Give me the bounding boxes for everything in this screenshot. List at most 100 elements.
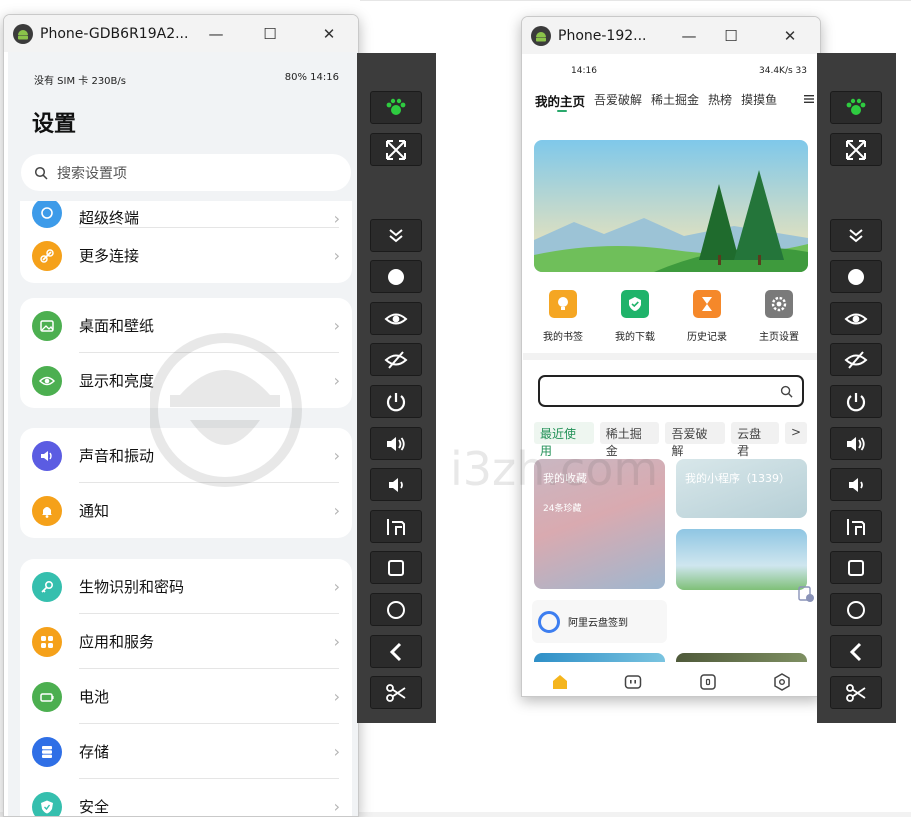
browser-search-input[interactable] [538,375,804,407]
control-button[interactable] [370,219,422,252]
tabs-icon[interactable] [698,672,718,692]
control-button[interactable] [830,343,882,376]
settings-search[interactable]: 搜索设置项 [21,154,351,191]
browser-home-screen: 14:16 34.4K/s 33 我的主页 吾爱破解 稀土掘金 热榜 摸摸鱼 我的书签我… [523,54,819,696]
control-button[interactable] [370,343,422,376]
expand-down-icon [849,228,863,242]
recent-chip[interactable]: > [784,422,808,444]
tab-item[interactable]: 摸摸鱼 [741,91,777,110]
close-icon[interactable]: ✕ [778,24,802,48]
volume-down-icon [389,477,403,492]
settings-item[interactable]: 通知 › [20,483,352,538]
wallpaper-tile[interactable] [676,529,807,590]
control-button[interactable] [830,133,882,166]
control-button[interactable] [370,468,422,501]
recent-chip[interactable]: 吾爱破解 [665,422,726,458]
minimize-icon[interactable]: — [677,24,701,48]
hourglass-icon [693,290,721,318]
settings-item[interactable]: 存储 › [20,724,352,779]
back-icon [849,642,862,661]
power-icon [386,392,406,411]
chevron-right-icon: › [333,371,340,390]
control-button[interactable] [370,635,422,668]
scissors-icon [386,683,406,702]
control-button[interactable] [830,427,882,460]
settings-item[interactable]: 电池 › [20,669,352,724]
settings-item[interactable]: 应用和服务 › [20,614,352,669]
menu-icon[interactable] [804,94,814,104]
control-button[interactable] [830,302,882,335]
control-button[interactable] [370,593,422,626]
tab-item[interactable]: 稀土掘金 [651,91,699,110]
banner-image[interactable] [534,140,808,272]
square-icon [848,559,864,576]
control-button[interactable] [370,91,422,124]
aliyun-signin-card[interactable]: 阿里云盘签到 [532,600,667,643]
home-icon[interactable] [550,672,570,692]
control-button[interactable] [830,260,882,293]
control-button[interactable] [830,385,882,418]
bottom-nav [523,662,819,696]
bot-icon[interactable] [623,672,643,692]
tab-item[interactable]: 我的主页 [535,91,585,112]
maximize-icon[interactable]: ☐ [258,22,282,46]
section-divider [523,353,819,360]
settings-card: 声音和振动 › 通知 › [20,428,352,538]
minimize-icon[interactable]: — [204,22,228,46]
settings-item[interactable]: 生物识别和密码 › [20,559,352,614]
right-titlebar[interactable]: Phone-192... — ☐ ✕ [522,17,820,54]
control-button[interactable] [370,385,422,418]
settings-item[interactable]: 超级终端 › [20,201,352,228]
miniapps-tile[interactable]: 我的小程序（1339） [676,459,807,518]
square-icon [388,559,404,576]
control-button[interactable] [370,302,422,335]
storage-icon [32,736,62,767]
maximize-icon[interactable]: ☐ [719,24,743,48]
rotate-icon [847,518,865,535]
control-button[interactable] [370,260,422,293]
control-button[interactable] [370,510,422,543]
quick-item[interactable]: 我的书签 [527,290,599,343]
settings-item-label: 显示和亮度 [79,372,155,390]
left-titlebar[interactable]: Phone-GDB6R19A2... — ☐ ✕ [4,15,358,52]
control-button[interactable] [830,91,882,124]
search-placeholder: 搜索设置项 [57,165,127,182]
settings-item[interactable]: 桌面和壁纸 › [20,298,352,353]
recent-chip[interactable]: 最近使用 [534,422,594,458]
recent-chip[interactable]: 云盘君 [731,422,779,458]
settings-item[interactable]: 声音和振动 › [20,428,352,483]
quick-item[interactable]: 历史记录 [671,290,743,343]
control-button[interactable] [370,427,422,460]
circle-home-icon [387,600,405,619]
favorites-tile[interactable]: 我的收藏 24条珍藏 [534,459,665,589]
control-button[interactable] [830,551,882,584]
settings-item[interactable]: 更多连接 › [20,228,352,283]
super-device-icon [32,201,62,228]
window-title: Phone-192... [558,27,647,44]
paw-icon [846,98,866,115]
key-icon [32,571,62,602]
control-button[interactable] [370,133,422,166]
control-button[interactable] [370,676,422,709]
control-button[interactable] [830,219,882,252]
control-button[interactable] [830,676,882,709]
control-button[interactable] [830,468,882,501]
settings-hex-icon[interactable] [772,672,792,692]
control-button[interactable] [830,593,882,626]
close-icon[interactable]: ✕ [317,22,341,46]
settings-item[interactable]: 显示和亮度 › [20,353,352,408]
control-button[interactable] [370,551,422,584]
quick-item[interactable]: 我的下载 [599,290,671,343]
control-button[interactable] [830,635,882,668]
edit-layout-icon[interactable] [797,585,815,603]
status-right: 80% 14:16 [284,72,339,83]
control-button[interactable] [830,510,882,543]
quick-item[interactable]: 主页设置 [743,290,815,343]
left-phone-window: Phone-GDB6R19A2... — ☐ ✕ 没有 SIM 卡 230B/s… [3,14,359,817]
apps-icon [32,626,62,657]
recent-chip[interactable]: 稀土掘金 [599,422,660,458]
tab-item[interactable]: 吾爱破解 [594,91,642,110]
tab-item[interactable]: 热榜 [708,91,732,110]
settings-item[interactable]: 安全 › [20,779,352,816]
aliyun-drive-icon [538,610,560,633]
